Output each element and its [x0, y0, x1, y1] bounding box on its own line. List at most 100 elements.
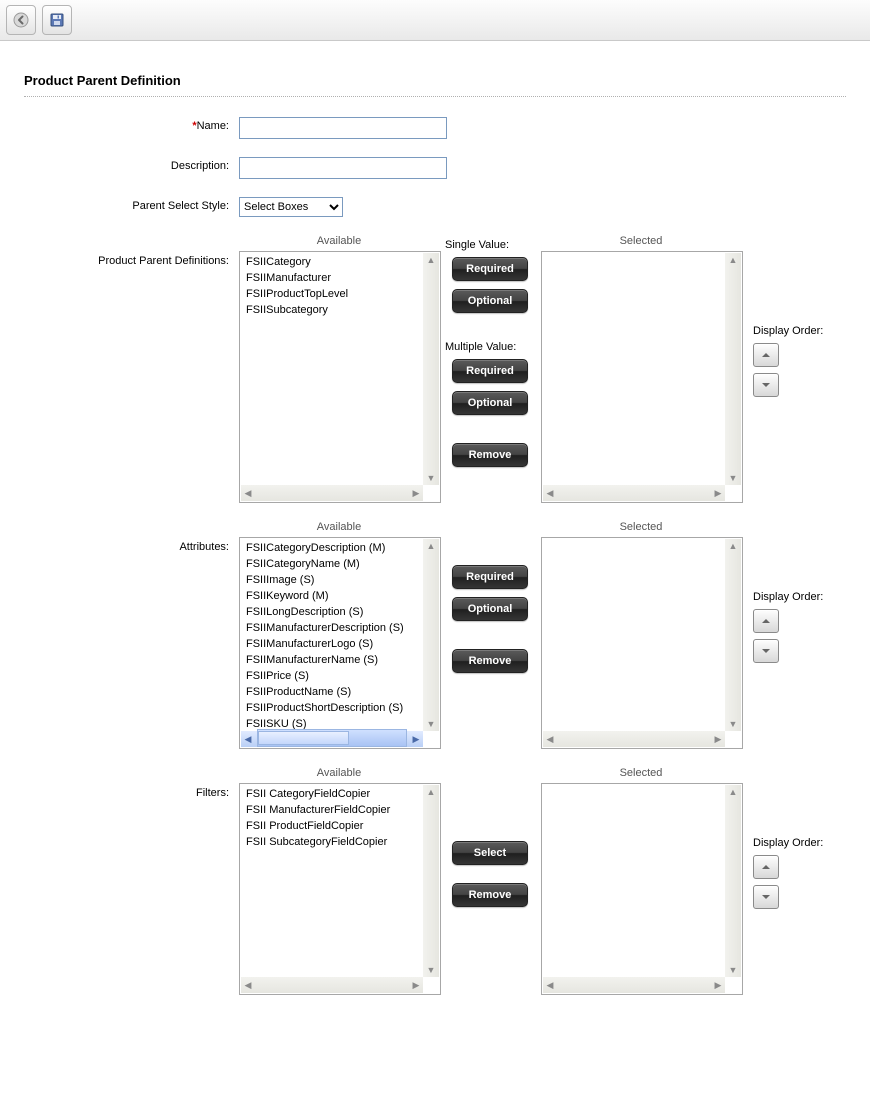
scroll-left-icon[interactable]: ◀ — [241, 486, 255, 500]
row-filters: Filters: Available FSII CategoryFieldCop… — [24, 767, 846, 995]
page-title: Product Parent Definition — [24, 73, 846, 88]
attributes-remove-button[interactable]: Remove — [452, 649, 528, 673]
filters-triple: Available FSII CategoryFieldCopierFSII M… — [239, 767, 823, 995]
label-ppd: Product Parent Definitions: — [24, 235, 239, 267]
ppd-single-optional-button[interactable]: Optional — [452, 289, 528, 313]
scroll-down-icon[interactable]: ▼ — [726, 471, 740, 485]
filters-available-list[interactable]: FSII CategoryFieldCopierFSII Manufacture… — [239, 783, 441, 995]
scrollbar-v[interactable]: ▲▼ — [423, 253, 439, 485]
display-order-label: Display Order: — [753, 837, 823, 849]
attributes-available-title: Available — [239, 521, 439, 533]
ppd-single-required-button[interactable]: Required — [452, 257, 528, 281]
attributes-required-button[interactable]: Required — [452, 565, 528, 589]
scrollbar-v[interactable]: ▲▼ — [725, 539, 741, 731]
scroll-right-icon[interactable]: ▶ — [711, 978, 725, 992]
ppd-order-down-button[interactable] — [753, 373, 779, 397]
list-item[interactable]: FSII ManufacturerFieldCopier — [246, 802, 422, 818]
row-description: Description: — [24, 157, 846, 179]
scrollbar-h-track[interactable] — [257, 729, 407, 747]
scrollbar-h[interactable]: ◀▶ — [543, 485, 725, 501]
scroll-up-icon[interactable]: ▲ — [424, 253, 438, 267]
filters-selected-list[interactable]: ▲▼ ◀▶ — [541, 783, 743, 995]
parent-select-style-select[interactable]: Select Boxes — [239, 197, 343, 217]
list-item[interactable]: FSIICategoryName (M) — [246, 556, 422, 572]
scroll-up-icon[interactable]: ▲ — [424, 539, 438, 553]
list-item[interactable]: FSIIManufacturer — [246, 270, 422, 286]
scrollbar-v[interactable]: ▲▼ — [725, 785, 741, 977]
list-item[interactable]: FSIICategory — [246, 254, 422, 270]
scroll-right-icon[interactable]: ▶ — [711, 732, 725, 746]
list-item[interactable]: FSIIImage (S) — [246, 572, 422, 588]
attributes-selected-title: Selected — [541, 521, 741, 533]
scroll-down-icon[interactable]: ▼ — [726, 963, 740, 977]
scroll-right-icon[interactable]: ▶ — [409, 486, 423, 500]
scroll-up-icon[interactable]: ▲ — [726, 539, 740, 553]
row-name: *Name: — [24, 117, 846, 139]
list-item[interactable]: FSIICategoryDescription (M) — [246, 540, 422, 556]
list-item[interactable]: FSIILongDescription (S) — [246, 604, 422, 620]
list-item[interactable]: FSIIManufacturerName (S) — [246, 652, 422, 668]
list-item[interactable]: FSIIKeyword (M) — [246, 588, 422, 604]
scrollbar-h[interactable]: ◀▶ — [543, 731, 725, 747]
save-icon — [49, 12, 65, 28]
scroll-left-icon[interactable]: ◀ — [543, 732, 557, 746]
list-item[interactable]: FSIIManufacturerLogo (S) — [246, 636, 422, 652]
list-item[interactable]: FSIIPrice (S) — [246, 668, 422, 684]
attributes-order-down-button[interactable] — [753, 639, 779, 663]
attributes-available-col: Available FSIICategoryDescription (M)FSI… — [239, 521, 439, 749]
ppd-order-up-button[interactable] — [753, 343, 779, 367]
ppd-multi-optional-button[interactable]: Optional — [452, 391, 528, 415]
scroll-up-icon[interactable]: ▲ — [726, 785, 740, 799]
attributes-available-list[interactable]: FSIICategoryDescription (M)FSIICategoryN… — [239, 537, 441, 749]
list-item[interactable]: FSIIManufacturerDescription (S) — [246, 620, 422, 636]
filters-order-down-button[interactable] — [753, 885, 779, 909]
list-item[interactable]: FSIIProductName (S) — [246, 684, 422, 700]
scrollbar-h[interactable]: ◀▶ — [241, 485, 423, 501]
scroll-right-icon[interactable]: ▶ — [409, 732, 423, 746]
ppd-multi-required-button[interactable]: Required — [452, 359, 528, 383]
attributes-optional-button[interactable]: Optional — [452, 597, 528, 621]
label-filters: Filters: — [24, 767, 239, 799]
scroll-up-icon[interactable]: ▲ — [726, 253, 740, 267]
scroll-down-icon[interactable]: ▼ — [424, 471, 438, 485]
scroll-left-icon[interactable]: ◀ — [241, 978, 255, 992]
scrollbar-v[interactable]: ▲▼ — [423, 539, 439, 731]
filters-order-up-button[interactable] — [753, 855, 779, 879]
list-item[interactable]: FSII SubcategoryFieldCopier — [246, 834, 422, 850]
filters-available-col: Available FSII CategoryFieldCopierFSII M… — [239, 767, 439, 995]
ppd-remove-button[interactable]: Remove — [452, 443, 528, 467]
chevron-up-icon — [761, 862, 771, 872]
list-item[interactable]: FSII ProductFieldCopier — [246, 818, 422, 834]
scroll-right-icon[interactable]: ▶ — [711, 486, 725, 500]
filters-select-button[interactable]: Select — [452, 841, 528, 865]
scroll-down-icon[interactable]: ▼ — [726, 717, 740, 731]
description-input[interactable] — [239, 157, 447, 179]
ppd-available-list[interactable]: FSIICategoryFSIIManufacturerFSIIProductT… — [239, 251, 441, 503]
chevron-down-icon — [761, 892, 771, 902]
scroll-left-icon[interactable]: ◀ — [543, 978, 557, 992]
list-item[interactable]: FSIIProductTopLevel — [246, 286, 422, 302]
chevron-up-icon — [761, 616, 771, 626]
scroll-up-icon[interactable]: ▲ — [424, 785, 438, 799]
attributes-triple: Available FSIICategoryDescription (M)FSI… — [239, 521, 823, 749]
list-item[interactable]: FSIIProductShortDescription (S) — [246, 700, 422, 716]
scroll-left-icon[interactable]: ◀ — [241, 732, 255, 746]
filters-remove-button[interactable]: Remove — [452, 883, 528, 907]
ppd-selected-list[interactable]: ▲▼ ◀▶ — [541, 251, 743, 503]
scroll-right-icon[interactable]: ▶ — [409, 978, 423, 992]
scrollbar-h-thumb[interactable] — [258, 731, 349, 745]
save-button[interactable] — [42, 5, 72, 35]
list-item[interactable]: FSII CategoryFieldCopier — [246, 786, 422, 802]
scrollbar-v[interactable]: ▲▼ — [423, 785, 439, 977]
scrollbar-h[interactable]: ◀▶ — [543, 977, 725, 993]
attributes-selected-list[interactable]: ▲▼ ◀▶ — [541, 537, 743, 749]
scroll-down-icon[interactable]: ▼ — [424, 717, 438, 731]
attributes-order-up-button[interactable] — [753, 609, 779, 633]
scroll-left-icon[interactable]: ◀ — [543, 486, 557, 500]
scroll-down-icon[interactable]: ▼ — [424, 963, 438, 977]
list-item[interactable]: FSIISubcategory — [246, 302, 422, 318]
scrollbar-v[interactable]: ▲▼ — [725, 253, 741, 485]
back-button[interactable] — [6, 5, 36, 35]
name-input[interactable] — [239, 117, 447, 139]
scrollbar-h[interactable]: ◀▶ — [241, 977, 423, 993]
